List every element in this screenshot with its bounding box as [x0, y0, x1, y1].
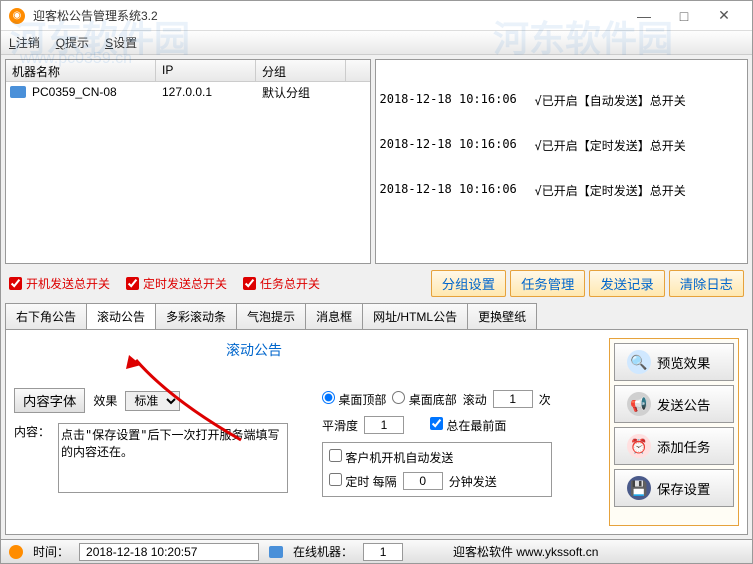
watermark-brand-2: 河东软件园	[493, 10, 673, 62]
clock-icon: ⏰	[627, 434, 651, 458]
send-button[interactable]: 📢发送公告	[614, 385, 734, 423]
scroll-title: 滚动公告	[226, 340, 282, 360]
save-icon: 💾	[627, 476, 651, 500]
time-value: 2018-12-18 10:20:57	[79, 543, 259, 561]
client-boot-check[interactable]: 客户机开机自动发送	[329, 449, 545, 466]
effect-label: 效果	[93, 392, 117, 409]
brand-footer: 迎客松软件 www.ykssoft.cn	[453, 543, 598, 560]
group-settings-button[interactable]: 分组设置	[431, 270, 506, 297]
action-buttons: 🔍预览效果 📢发送公告 ⏰添加任务 💾保存设置	[609, 338, 739, 526]
boot-switch[interactable]: 开机发送总开关	[9, 275, 110, 292]
log-line: 2018-12-18 10:16:06√已开启【定时发送】总开关	[380, 182, 744, 199]
close-button[interactable]: ✕	[704, 2, 744, 30]
monitor-icon	[269, 546, 283, 558]
scroll-times-input[interactable]	[493, 390, 533, 408]
menu-logout[interactable]: L注销	[9, 34, 40, 51]
tab-bubble[interactable]: 气泡提示	[236, 303, 306, 329]
app-logo-icon: ◉	[9, 8, 25, 24]
watermark-url: www.pc0359.cn	[20, 50, 132, 68]
timed-suffix: 分钟发送	[449, 473, 497, 490]
tabs: 右下角公告 滚动公告 多彩滚动条 气泡提示 消息框 网址/HTML公告 更换壁纸	[5, 303, 748, 329]
time-label: 时间：	[33, 543, 69, 560]
tab-multi[interactable]: 多彩滚动条	[155, 303, 237, 329]
timed-send-check[interactable]: 定时 每隔	[329, 473, 397, 490]
tab-body-scroll: 滚动公告 内容字体 效果 标准 内容： 桌面顶部 桌面底部	[5, 329, 748, 535]
machine-group: 默认分组	[256, 82, 346, 103]
log-line: 2018-12-18 10:16:06√已开启【自动发送】总开关	[380, 92, 744, 109]
smooth-label: 平滑度	[322, 417, 358, 434]
log-line: 2018-12-18 10:16:06√已开启【定时发送】总开关	[380, 137, 744, 154]
status-logo-icon	[9, 545, 23, 559]
save-button[interactable]: 💾保存设置	[614, 469, 734, 507]
menu-setting[interactable]: S设置	[105, 34, 137, 51]
tab-msgbox[interactable]: 消息框	[305, 303, 363, 329]
clear-log-button[interactable]: 清除日志	[669, 270, 744, 297]
header-group[interactable]: 分组	[256, 60, 346, 81]
preview-button[interactable]: 🔍预览效果	[614, 343, 734, 381]
machine-ip: 127.0.0.1	[156, 83, 256, 101]
always-front-check[interactable]: 总在最前面	[430, 417, 506, 434]
task-switch[interactable]: 任务总开关	[243, 275, 320, 292]
tab-html[interactable]: 网址/HTML公告	[362, 303, 468, 329]
machine-row[interactable]: PC0359_CN-08 127.0.0.1 默认分组	[6, 82, 370, 102]
content-label: 内容：	[14, 423, 50, 440]
send-record-button[interactable]: 发送记录	[589, 270, 664, 297]
tab-wallpaper[interactable]: 更换壁纸	[467, 303, 537, 329]
task-manage-button[interactable]: 任务管理	[510, 270, 585, 297]
desktop-top-radio[interactable]: 桌面顶部	[322, 391, 386, 408]
smooth-input[interactable]	[364, 416, 404, 434]
magnify-icon: 🔍	[627, 350, 651, 374]
log-panel: 2018-12-18 10:16:06√已开启【自动发送】总开关 2018-12…	[375, 59, 749, 264]
tab-scroll[interactable]: 滚动公告	[86, 303, 156, 329]
times-suffix: 次	[539, 391, 551, 408]
speaker-icon: 📢	[627, 392, 651, 416]
menu-prompt[interactable]: Q提示	[56, 34, 89, 51]
content-textarea[interactable]	[58, 423, 288, 493]
add-task-button[interactable]: ⏰添加任务	[614, 427, 734, 465]
statusbar: 时间： 2018-12-18 10:20:57 在线机器： 1 迎客松软件 ww…	[1, 539, 752, 563]
online-value: 1	[363, 543, 403, 561]
online-label: 在线机器：	[293, 543, 353, 560]
desktop-bottom-radio[interactable]: 桌面底部	[392, 391, 456, 408]
tab-corner[interactable]: 右下角公告	[5, 303, 87, 329]
effect-select[interactable]: 标准	[125, 391, 180, 411]
timed-switch[interactable]: 定时发送总开关	[126, 275, 227, 292]
pc-icon	[10, 86, 26, 98]
header-ip[interactable]: IP	[156, 60, 256, 81]
machine-list-panel: 机器名称 IP 分组 PC0359_CN-08 127.0.0.1 默认分组	[5, 59, 371, 264]
machine-name: PC0359_CN-08	[26, 83, 156, 101]
auto-send-fieldset: 客户机开机自动发送 定时 每隔 分钟发送	[322, 442, 552, 497]
font-button[interactable]: 内容字体	[14, 388, 85, 413]
scroll-label: 滚动	[463, 391, 487, 408]
timed-interval-input[interactable]	[403, 472, 443, 490]
